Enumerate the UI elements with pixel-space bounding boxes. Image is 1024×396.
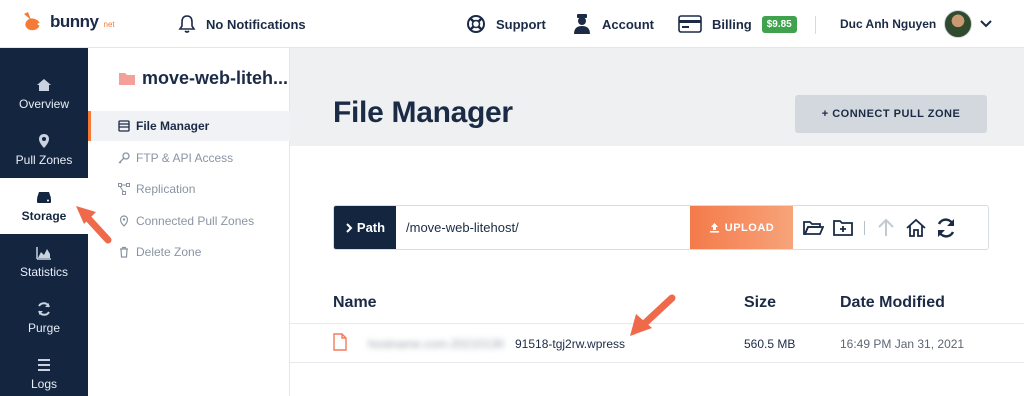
storage-drive-icon <box>37 192 51 203</box>
sidebar-item-purge[interactable]: Purge <box>0 290 88 346</box>
billing-button[interactable]: Billing $9.85 <box>678 0 797 48</box>
file-size: 560.5 MB <box>744 337 796 351</box>
credit-card-icon <box>678 15 702 33</box>
chevron-right-icon <box>346 222 353 233</box>
upload-button[interactable]: UPLOAD <box>690 206 793 249</box>
column-header-name[interactable]: Name <box>333 294 377 312</box>
subnav-item-label: Replication <box>136 182 196 196</box>
folder-icon <box>119 73 135 85</box>
path-input[interactable] <box>396 206 690 249</box>
zone-name: move-web-liteh... <box>142 68 289 88</box>
arrow-up-icon[interactable] <box>875 217 897 239</box>
table-divider <box>290 362 1024 363</box>
lifebuoy-icon <box>467 15 485 33</box>
zone-title: move-web-liteh... <box>118 68 288 89</box>
subnav-item-delete-zone[interactable]: Delete Zone <box>88 237 290 267</box>
file-name[interactable]: 91518-tgj2rw.wpress <box>515 337 625 351</box>
subnav-item-label: FTP & API Access <box>136 151 234 165</box>
new-folder-icon[interactable] <box>832 217 854 239</box>
page-title: File Manager <box>333 96 513 129</box>
sidebar-item-logs[interactable]: Logs <box>0 346 88 396</box>
home-icon <box>37 79 51 91</box>
subnav-item-file-manager[interactable]: File Manager <box>88 111 290 141</box>
open-folder-icon[interactable] <box>802 217 824 239</box>
path-label-text: Path <box>356 220 386 235</box>
sidebar-item-storage[interactable]: Storage <box>0 178 88 234</box>
subnav-item-ftp-api-access[interactable]: FTP & API Access <box>88 143 290 173</box>
sidebar-item-label: Logs <box>30 377 58 391</box>
trash-icon <box>120 246 128 258</box>
subnav-item-label: Connected Pull Zones <box>136 214 255 228</box>
primary-sidebar: Overview Pull Zones Storage Statistics P… <box>0 48 88 396</box>
file-date-modified: 16:49 PM Jan 31, 2021 <box>840 337 965 351</box>
brand-suffix: net <box>103 19 115 29</box>
brand-name: bunny <box>50 12 99 31</box>
bunny-rabbit-icon <box>24 12 41 31</box>
file-manager-content <box>290 146 1024 396</box>
account-user-icon <box>574 14 590 34</box>
user-name: Duc Anh Nguyen <box>840 17 937 31</box>
sidebar-item-label: Storage <box>21 209 67 223</box>
avatar <box>944 10 973 38</box>
notifications-button[interactable]: No Notifications <box>178 0 306 48</box>
sidebar-item-label: Pull Zones <box>15 153 73 167</box>
chevron-down-icon <box>980 20 992 28</box>
subnav-item-connected-pull-zones[interactable]: Connected Pull Zones <box>88 206 290 236</box>
notifications-label: No Notifications <box>206 16 306 32</box>
logs-icon <box>38 359 50 371</box>
key-icon <box>118 152 130 164</box>
subnav-item-replication[interactable]: Replication <box>88 174 290 204</box>
account-button[interactable]: Account <box>572 0 654 48</box>
toolbar-divider <box>864 220 865 235</box>
support-button[interactable]: Support <box>466 0 546 48</box>
sidebar-item-label: Purge <box>27 321 61 335</box>
account-label: Account <box>602 16 654 32</box>
upload-label: UPLOAD <box>724 221 775 234</box>
sidebar-item-label: Overview <box>18 97 69 111</box>
bell-icon <box>178 15 196 33</box>
replication-nodes-icon <box>118 183 130 195</box>
refresh-icon <box>38 302 50 316</box>
user-menu[interactable]: Duc Anh Nguyen <box>840 0 992 48</box>
file-icon <box>333 333 347 351</box>
top-bar: bunny net No Notifications Support Accou… <box>0 0 1024 48</box>
bunny-logo[interactable]: bunny net <box>20 10 115 34</box>
file-name-hidden-part: hostname.com-20210130 <box>368 337 505 351</box>
location-pin-icon <box>39 134 49 148</box>
chart-icon <box>36 247 51 260</box>
connect-pull-zone-button[interactable]: + CONNECT PULL ZONE <box>795 95 987 133</box>
sidebar-item-overview[interactable]: Overview <box>0 66 88 122</box>
table-divider <box>290 323 1024 324</box>
subnav-item-label: File Manager <box>136 119 210 133</box>
sidebar-item-pull-zones[interactable]: Pull Zones <box>0 122 88 178</box>
billing-label: Billing <box>712 16 752 32</box>
column-header-size[interactable]: Size <box>744 294 776 312</box>
sidebar-item-statistics[interactable]: Statistics <box>0 234 88 290</box>
path-label: Path <box>334 206 396 249</box>
topbar-divider <box>815 16 816 34</box>
home-icon[interactable] <box>905 217 927 239</box>
upload-icon <box>709 223 719 233</box>
support-label: Support <box>496 16 546 32</box>
location-pin-icon <box>119 215 129 227</box>
subnav-item-label: Delete Zone <box>136 245 202 259</box>
refresh-icon[interactable] <box>935 217 957 239</box>
sidebar-item-label: Statistics <box>19 265 68 279</box>
path-toolbar: Path UPLOAD <box>333 205 989 250</box>
file-toolbar <box>802 206 957 249</box>
file-manager-icon <box>118 120 130 132</box>
column-header-date-modified[interactable]: Date Modified <box>840 294 945 312</box>
balance-badge: $9.85 <box>761 15 797 33</box>
